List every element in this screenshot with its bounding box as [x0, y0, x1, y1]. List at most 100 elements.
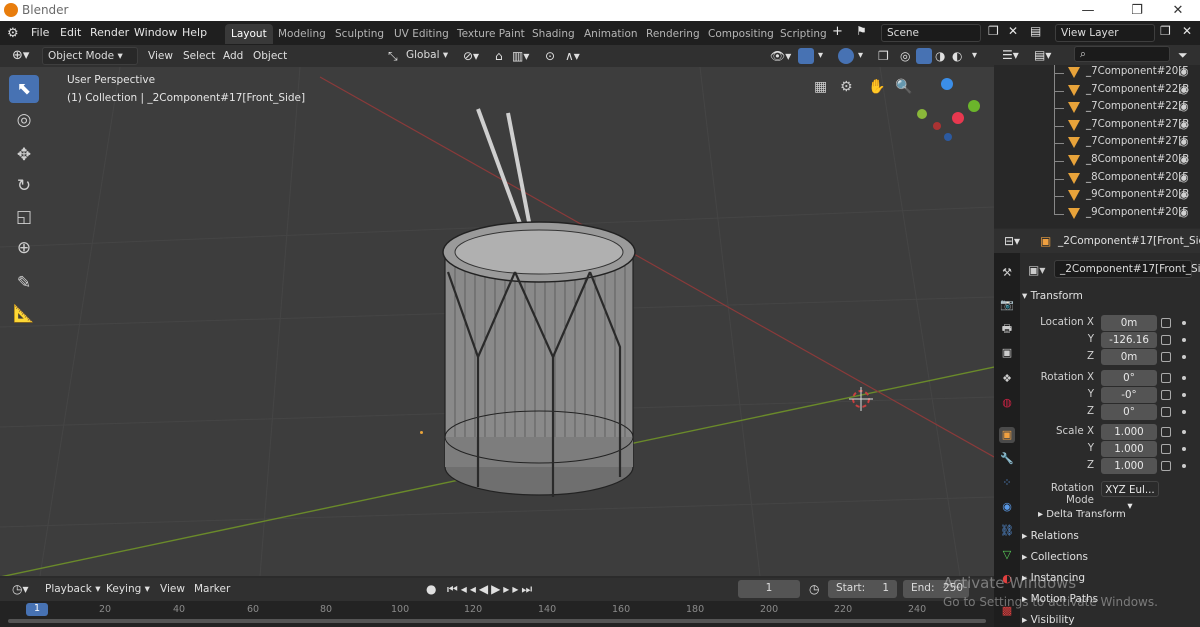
lock-icon[interactable] — [1161, 335, 1171, 345]
falloff-icon[interactable]: ∧▾ — [565, 47, 580, 65]
lock-icon[interactable] — [1161, 352, 1171, 362]
menu-marker[interactable]: Marker — [194, 580, 230, 598]
proportional-edit-icon[interactable]: ⊙ — [545, 47, 555, 65]
tab-uv-editing[interactable]: UV Editing — [388, 24, 455, 44]
keyframe-dot-icon[interactable] — [1182, 376, 1186, 380]
filter-icon[interactable]: ⏷ — [1178, 46, 1188, 64]
lock-icon[interactable] — [1161, 373, 1171, 383]
eye-icon[interactable]: ◉ — [1179, 188, 1189, 201]
eye-icon[interactable]: ◉ — [1179, 171, 1189, 184]
transform-section-toggle[interactable]: ▾ Transform — [1022, 290, 1083, 302]
properties-editor-type-icon[interactable]: ⊟▾ — [1004, 232, 1020, 250]
scale-x-field[interactable]: 1.000 — [1101, 424, 1157, 440]
pivot-point-icon[interactable]: ⊘▾ — [463, 47, 479, 65]
modifier-tab-icon[interactable]: 🔧 — [999, 451, 1015, 467]
object-tab-icon[interactable]: ▣ — [999, 427, 1015, 443]
outliner-row[interactable]: _7Component#27[B ◉ — [994, 117, 1200, 135]
location-z-field[interactable]: 0m — [1101, 349, 1157, 365]
eye-icon[interactable]: ◉ — [1179, 153, 1189, 166]
menu-object[interactable]: Object — [253, 47, 287, 65]
preview-range-icon[interactable]: ◷ — [809, 580, 819, 598]
new-scene-icon[interactable]: ❐ — [988, 24, 999, 38]
eye-icon[interactable]: ◉ — [1179, 135, 1189, 148]
close-button[interactable]: ✕ — [1156, 1, 1200, 20]
scene-tab-icon[interactable]: ❖ — [999, 371, 1015, 387]
remove-scene-icon[interactable]: ✕ — [1008, 24, 1018, 38]
tab-shading[interactable]: Shading — [526, 24, 581, 44]
3d-cursor[interactable] — [849, 387, 873, 411]
start-frame-field[interactable]: Start: 1 — [828, 580, 897, 598]
toggle-camera-grid-icon[interactable]: ▦ — [814, 79, 827, 95]
particles-tab-icon[interactable]: ⁘ — [999, 475, 1015, 491]
outliner-row[interactable]: _7Component#22[F ◉ — [994, 99, 1200, 117]
new-view-layer-icon[interactable]: ❐ — [1160, 24, 1171, 38]
menu-select[interactable]: Select — [183, 47, 215, 65]
maximize-button[interactable]: ❐ — [1115, 1, 1159, 20]
lock-icon[interactable] — [1161, 427, 1171, 437]
lock-icon[interactable] — [1161, 390, 1171, 400]
scale-tool[interactable]: ◱ — [9, 203, 39, 231]
overlays-toggle-icon[interactable] — [838, 48, 854, 64]
rotation-y-field[interactable]: -0° — [1101, 387, 1157, 403]
cursor-tool[interactable]: ◎ — [9, 106, 39, 134]
visibility-icon[interactable]: 👁▾ — [770, 47, 791, 65]
gizmo-dropdown-icon[interactable]: ▾ — [818, 47, 823, 65]
keyframe-dot-icon[interactable] — [1182, 430, 1186, 434]
timeline-scrollbar[interactable] — [8, 619, 986, 623]
navigation-gizmo[interactable] — [912, 72, 982, 142]
outliner-row[interactable]: _9Component#20[B ◉ — [994, 187, 1200, 205]
relations-section-toggle[interactable]: ▸ Relations — [1022, 530, 1079, 542]
eye-icon[interactable]: ◉ — [1179, 206, 1189, 219]
transform-tool[interactable]: ⊕ — [9, 234, 39, 262]
outliner-row[interactable]: _7Component#22[B ◉ — [994, 82, 1200, 100]
lock-icon[interactable] — [1161, 444, 1171, 454]
gizmo-toggle-icon[interactable] — [798, 48, 814, 64]
outliner-row[interactable]: _7Component#20[F ◉ — [994, 64, 1200, 82]
lock-icon[interactable] — [1161, 407, 1171, 417]
location-x-field[interactable]: 0m — [1101, 315, 1157, 331]
collections-section-toggle[interactable]: ▸ Collections — [1022, 551, 1088, 563]
select-box-tool[interactable]: ⬉ — [9, 75, 39, 103]
display-mode-icon[interactable]: ▤▾ — [1034, 46, 1051, 64]
lock-icon[interactable] — [1161, 318, 1171, 328]
keyframe-dot-icon[interactable] — [1182, 410, 1186, 414]
world-tab-icon[interactable]: ◍ — [999, 395, 1015, 411]
3d-viewport[interactable]: User Perspective (1) Collection | _2Comp… — [0, 67, 994, 576]
menu-help[interactable]: Help — [182, 26, 207, 39]
menu-view[interactable]: View — [148, 47, 173, 65]
tab-modeling[interactable]: Modeling — [272, 24, 332, 44]
minimize-button[interactable]: — — [1066, 1, 1110, 20]
blender-menu-icon[interactable]: ⚙ — [7, 26, 19, 41]
object-data-tab-icon[interactable]: ▽ — [999, 547, 1015, 563]
scale-y-field[interactable]: 1.000 — [1101, 441, 1157, 457]
playhead-marker[interactable]: 1 — [26, 603, 48, 616]
menu-file[interactable]: File — [31, 26, 49, 39]
tab-texture-paint[interactable]: Texture Paint — [451, 24, 531, 44]
menu-keying[interactable]: Keying ▾ — [106, 580, 150, 598]
menu-timeline-view[interactable]: View — [160, 580, 185, 598]
menu-window[interactable]: Window — [134, 26, 177, 39]
keyframe-dot-icon[interactable] — [1182, 464, 1186, 468]
scene-field[interactable]: Scene — [881, 24, 981, 42]
eye-icon[interactable]: ◉ — [1179, 100, 1189, 113]
tab-sculpting[interactable]: Sculpting — [329, 24, 390, 44]
record-icon[interactable]: ● — [426, 580, 436, 598]
visibility-section-toggle[interactable]: ▸ Visibility — [1022, 614, 1075, 626]
remove-view-layer-icon[interactable]: ✕ — [1182, 24, 1192, 38]
tab-scripting[interactable]: Scripting — [774, 24, 833, 44]
snap-target-icon[interactable]: ▥▾ — [512, 47, 529, 65]
eye-icon[interactable]: ◉ — [1179, 118, 1189, 131]
keyframe-dot-icon[interactable] — [1182, 447, 1186, 451]
object-name-field[interactable]: _2Component#17[Front_Si... — [1054, 260, 1200, 278]
snap-icon[interactable]: ⌂ — [495, 47, 503, 65]
timeline-ruler[interactable]: 1 20 40 60 80 100 120 140 160 180 200 22… — [0, 601, 994, 627]
rotation-z-field[interactable]: 0° — [1101, 404, 1157, 420]
material-preview-icon[interactable]: ◑ — [935, 47, 945, 65]
outliner-row[interactable]: _8Component#20[B ◉ — [994, 152, 1200, 170]
annotate-tool[interactable]: ✎ — [9, 269, 39, 297]
tab-compositing[interactable]: Compositing — [702, 24, 780, 44]
xray-icon[interactable]: ❐ — [878, 47, 889, 65]
eye-icon[interactable]: ◉ — [1179, 83, 1189, 96]
tool-settings-tab-icon[interactable]: ⚒ — [999, 265, 1015, 281]
add-workspace-button[interactable]: + — [832, 24, 843, 39]
